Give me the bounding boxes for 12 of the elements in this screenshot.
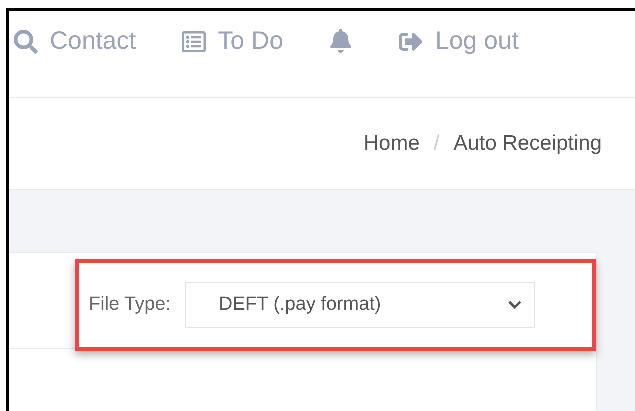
chevron-down-icon	[508, 300, 522, 310]
breadcrumb-current-page: Auto Receipting	[454, 130, 602, 157]
nav-link[interactable]: Contact	[14, 23, 136, 60]
search-icon	[14, 30, 38, 54]
file-type-select[interactable]: DEFT (.pay format)	[185, 282, 536, 328]
breadcrumb-link[interactable]: Home	[364, 128, 420, 160]
breadcrumb-separator: /	[434, 130, 440, 157]
file-type-label: File Type:	[89, 292, 172, 317]
nav-link[interactable]: Log out	[399, 23, 519, 60]
list-icon	[182, 30, 206, 54]
bell-icon[interactable]	[329, 29, 354, 53]
nav-link[interactable]: To Do	[182, 23, 284, 60]
